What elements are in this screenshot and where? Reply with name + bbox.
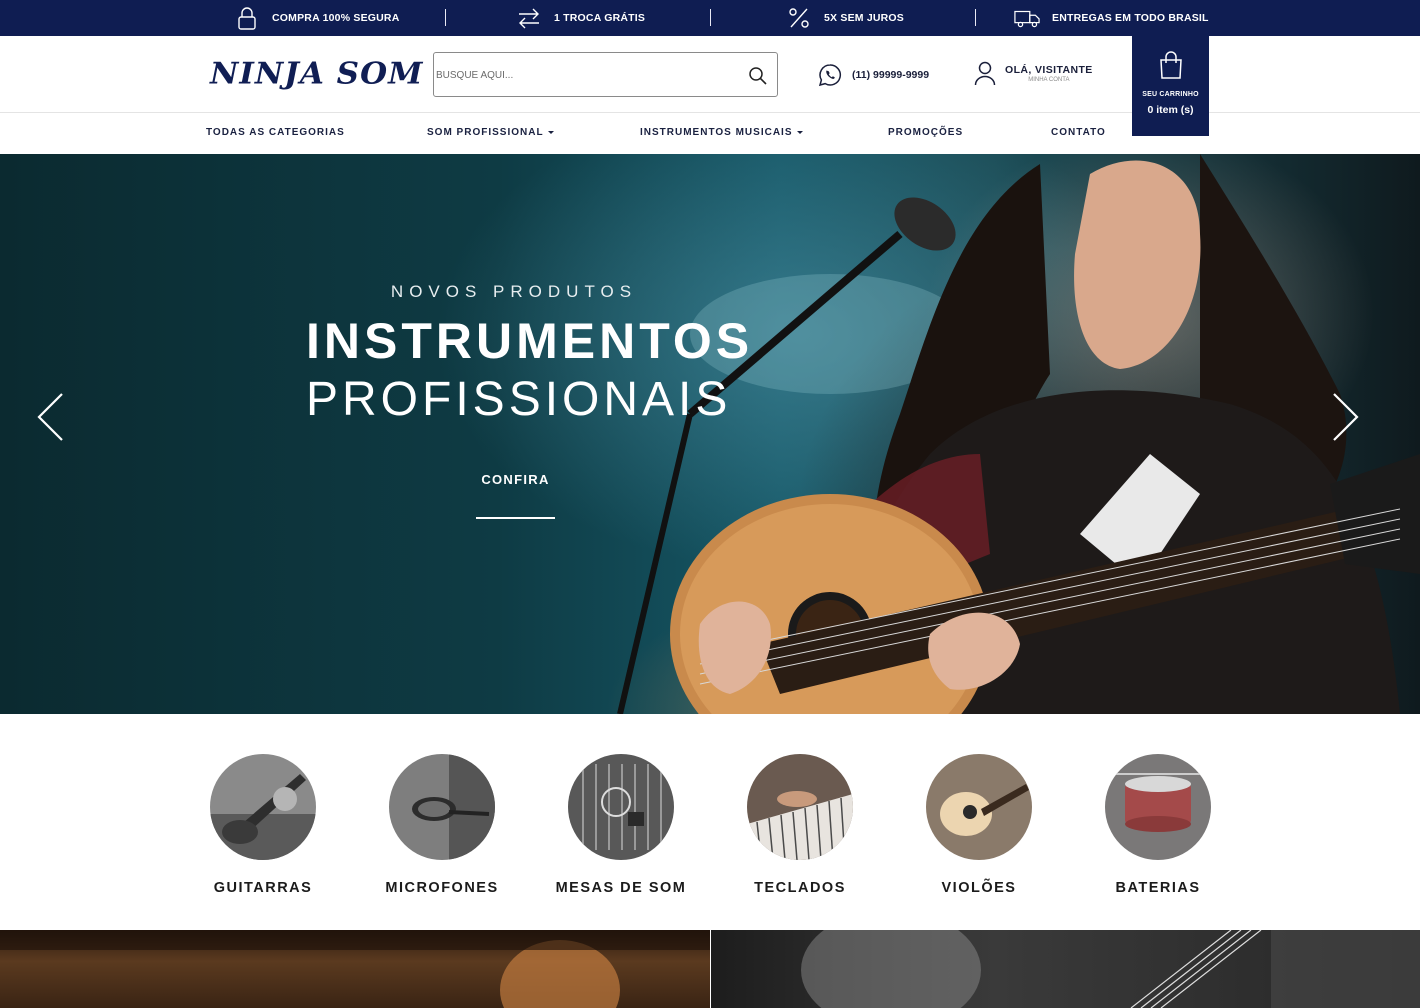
divider [445,9,446,26]
category-mixers[interactable]: MESAS DE SOM [541,754,701,896]
cart-count: 0 item (s) [1147,104,1194,116]
feature-secure-purchase: COMPRA 100% SEGURA [234,0,400,36]
divider [975,9,976,26]
slider-next-button[interactable] [1330,392,1360,442]
feature-label: ENTREGAS EM TODO BRASIL [1052,12,1209,24]
nav-label: INSTRUMENTOS MUSICAIS [640,127,793,138]
site-logo[interactable]: NINJA SOM [210,57,423,91]
whatsapp-contact[interactable]: (11) 99999-9999 [818,63,929,87]
category-image [926,754,1032,860]
phone-number: (11) 99999-9999 [852,69,930,81]
category-label: MESAS DE SOM [555,880,687,896]
exchange-arrows-icon [519,8,539,29]
category-image [210,754,316,860]
cart-label: SEU CARRINHO [1142,91,1199,98]
category-drums[interactable]: BATERIAS [1078,754,1238,896]
slider-prev-button[interactable] [36,392,66,442]
category-guitars[interactable]: GUITARRAS [183,754,343,896]
feature-label: COMPRA 100% SEGURA [272,12,400,24]
user-icon [974,61,996,86]
account-greeting: OLÁ, VISITANTE [1005,63,1093,76]
hero-cta-button[interactable]: CONFIRA [476,472,555,519]
nav-label: PROMOÇÕES [888,127,964,138]
category-label: TECLADOS [754,880,846,896]
feature-delivery: ENTREGAS EM TODO BRASIL [1014,0,1209,36]
caret-down-icon [796,130,803,134]
nav-all-categories[interactable]: TODAS AS CATEGORIAS [206,127,345,138]
account-link[interactable]: OLÁ, VISITANTE MINHA CONTA [973,60,1093,86]
category-label: BATERIAS [1115,880,1201,896]
category-image [389,754,495,860]
nav-musical-instruments[interactable]: INSTRUMENTOS MUSICAIS [640,127,803,138]
percent-icon [789,8,809,28]
shopping-bag-icon [1159,51,1182,79]
banner-photo [801,930,1420,1008]
category-acoustic-guitars[interactable]: VIOLÕES [899,754,1059,896]
nav-label: TODAS AS CATEGORIAS [206,127,345,138]
search-icon [749,67,767,85]
category-label: GUITARRAS [213,880,313,896]
whatsapp-icon [818,64,841,87]
category-image [747,754,853,860]
nav-contact[interactable]: CONTATO [1051,127,1106,138]
feature-installments: 5X SEM JUROS [786,0,904,36]
lock-icon [238,7,256,30]
nav-label: SOM PROFISSIONAL [427,127,544,138]
category-label: VIOLÕES [941,880,1017,896]
nav-pro-audio[interactable]: SOM PROFISSIONAL [427,127,554,138]
feature-free-exchange: 1 TROCA GRÁTIS [516,0,645,36]
account-sub: MINHA CONTA [1028,76,1070,83]
promo-banner-right[interactable] [711,930,1420,1008]
feature-label: 5X SEM JUROS [824,12,905,24]
top-benefits-bar: COMPRA 100% SEGURA 1 TROCA GRÁTIS 5X SEM… [0,0,1420,36]
category-label: MICROFONES [385,880,499,896]
hero-kicker: NOVOS PRODUTOS [390,282,638,301]
category-image [1105,754,1211,860]
cart-button[interactable]: SEU CARRINHO 0 item (s) [1132,36,1209,136]
caret-down-icon [547,130,554,134]
category-keyboards[interactable]: TECLADOS [720,754,880,896]
search-input[interactable] [436,65,736,85]
hero-title-line-2: PROFISSIONAIS [306,373,732,426]
category-microphones[interactable]: MICROFONES [362,754,522,896]
hero-photo [617,154,1420,714]
search-button[interactable] [747,65,769,87]
chevron-left-icon [37,393,63,441]
nav-promotions[interactable]: PROMOÇÕES [888,127,963,138]
nav-label: CONTATO [1051,127,1106,138]
category-image [568,754,674,860]
banner-photo [0,930,710,1008]
promo-banner-left[interactable] [0,930,710,1008]
category-section: GUITARRAS MICROFONES MESAS DE SOM TECLAD… [0,714,1420,930]
search-box [433,52,778,97]
feature-label: 1 TROCA GRÁTIS [554,12,646,24]
hero-slider: NOVOS PRODUTOS INSTRUMENTOS PROFISSIONAI… [0,154,1420,714]
truck-icon [1014,10,1040,28]
hero-title-line-1: INSTRUMENTOS [306,313,754,369]
chevron-right-icon [1333,393,1359,441]
divider [710,9,711,26]
